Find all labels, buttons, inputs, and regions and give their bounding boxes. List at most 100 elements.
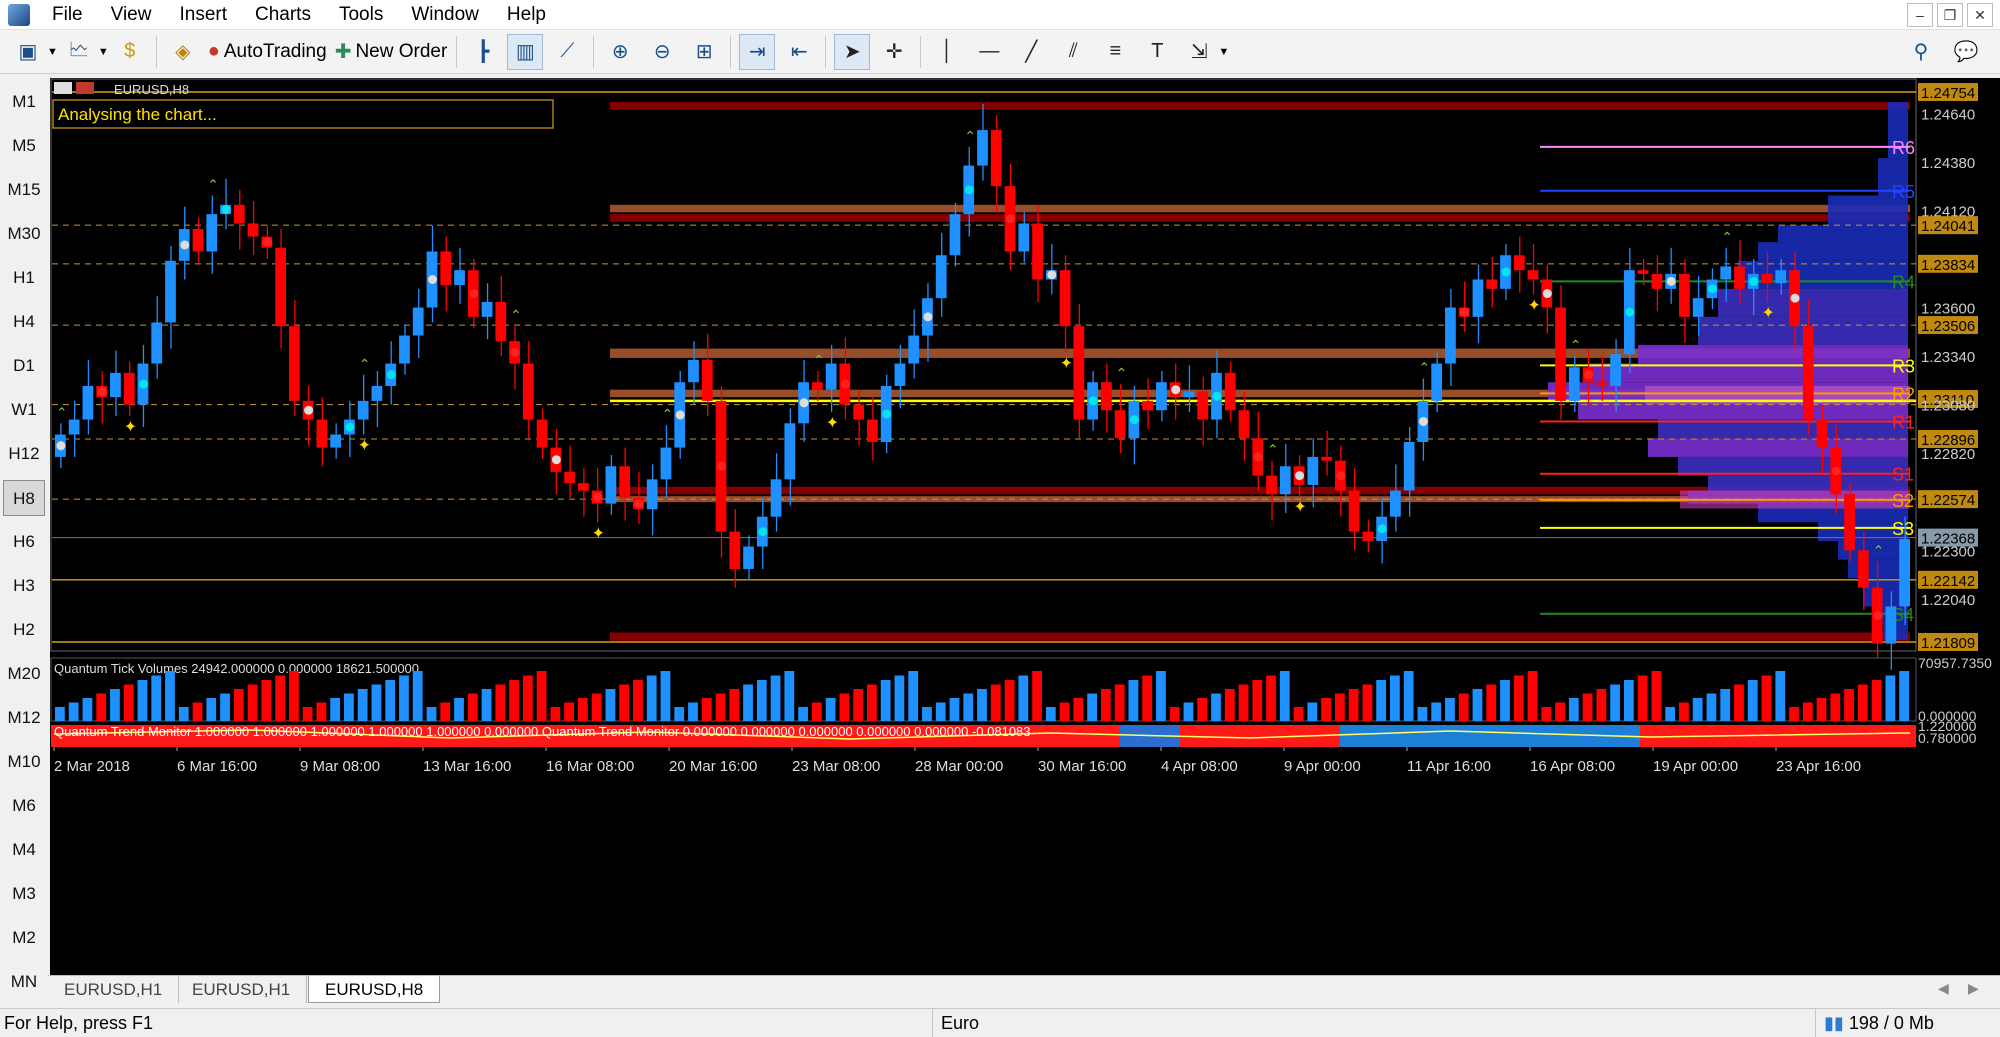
fibonacci-icon[interactable]: ≡ xyxy=(1097,34,1133,70)
new-order-button[interactable]: ✚ New Order xyxy=(334,34,449,70)
tab-scroll-left-icon[interactable]: ◀ xyxy=(1938,980,1949,997)
bar-chart-icon[interactable]: ┣ xyxy=(465,34,501,70)
signal-arrow: ⌃ xyxy=(1873,543,1885,559)
autotrading-button[interactable]: ● AutoTrading xyxy=(207,34,328,70)
menu-file[interactable]: File xyxy=(38,0,97,30)
strategy-tester-icon[interactable]: ◈ xyxy=(165,34,201,70)
timeframe-h12[interactable]: H12 xyxy=(3,436,45,472)
connection-status[interactable]: ▮▮ 198 / 0 Mb xyxy=(1815,1009,2000,1037)
timeframe-m12[interactable]: M12 xyxy=(3,700,45,736)
price-axis-label: 1.23834 xyxy=(1921,257,1975,274)
horizontal-line-icon[interactable]: — xyxy=(971,34,1007,70)
new-chart-icon[interactable]: ▣ xyxy=(10,34,46,70)
candle-body xyxy=(288,326,300,401)
tab-eurusd-h8[interactable]: EURUSD,H8 xyxy=(308,976,441,1003)
search-icon[interactable]: ⚲ xyxy=(1903,34,1939,70)
crosshair-icon[interactable]: ✛ xyxy=(876,34,912,70)
menu-tools[interactable]: Tools xyxy=(325,0,397,30)
market-watch-icon[interactable]: $ xyxy=(112,34,148,70)
volume-bar xyxy=(1376,680,1387,721)
candle-body xyxy=(1073,326,1085,420)
profiles-dropdown-icon[interactable]: ▼ xyxy=(98,46,109,58)
candle-body xyxy=(977,130,988,166)
signal-arrow: ⌃ xyxy=(964,128,976,144)
signal-arrow: ✦ xyxy=(124,419,137,436)
menu-charts[interactable]: Charts xyxy=(241,0,325,30)
timeframe-m4[interactable]: M4 xyxy=(3,832,45,868)
price-axis-label: 1.22820 xyxy=(1921,446,1975,463)
timeframe-h6[interactable]: H6 xyxy=(3,524,45,560)
chart-window[interactable]: R6 R5 R4 R3 R2 R1 S1 S2 S3 S4 ⌃ ✦ ⌃ ⌃ ✦ ⌃ ✦ ⌃ ⌃ ✦ ⌃ ✦ ⌃ ⌃ ✦ ⌃ ✦ ⌃ ⌃ ✦… xyxy=(50,78,2000,985)
trendline-icon[interactable]: ╱ xyxy=(1013,34,1049,70)
chart-shift-icon[interactable]: ⇤ xyxy=(781,34,817,70)
volume-bar xyxy=(715,693,726,721)
cursor-icon[interactable]: ➤ xyxy=(834,33,871,70)
auto-scroll-icon[interactable]: ⇥ xyxy=(739,33,776,70)
tab-eurusd-h1-b[interactable]: EURUSD,H1 xyxy=(176,976,308,1003)
candle-body xyxy=(1348,490,1360,532)
candlestick-icon[interactable]: ▥ xyxy=(507,33,544,70)
text-icon[interactable]: T xyxy=(1139,34,1175,70)
chat-icon[interactable]: 💬 xyxy=(1948,34,1984,70)
volume-bar xyxy=(1032,671,1042,721)
menu-view[interactable]: View xyxy=(97,0,166,30)
vertical-line-icon[interactable]: │ xyxy=(929,34,965,70)
toolbar-separator xyxy=(825,35,827,68)
signal-arrow: ⌃ xyxy=(510,307,522,323)
timeframe-m20[interactable]: M20 xyxy=(3,656,45,692)
timeframe-d1[interactable]: D1 xyxy=(3,348,45,384)
signal-arrow: ⌃ xyxy=(207,176,219,192)
timeframe-m2[interactable]: M2 xyxy=(3,920,45,956)
timeframe-m1[interactable]: M1 xyxy=(3,84,45,120)
timeframe-m5[interactable]: M5 xyxy=(3,128,45,164)
menu-help[interactable]: Help xyxy=(493,0,560,30)
timeframe-m15[interactable]: M15 xyxy=(3,172,45,208)
timeframe-w1[interactable]: W1 xyxy=(3,392,45,428)
timeframe-m30[interactable]: M30 xyxy=(3,216,45,252)
pivot-label: R5 xyxy=(1892,182,1915,202)
volume-bar xyxy=(1541,707,1552,721)
timeframe-h3[interactable]: H3 xyxy=(3,568,45,604)
price-axis-label: 1.22142 xyxy=(1921,573,1975,590)
candle-body xyxy=(784,423,796,480)
timeframe-h2[interactable]: H2 xyxy=(3,612,45,648)
signal-dot xyxy=(799,398,809,408)
volume-bar xyxy=(1816,698,1827,721)
menu-window[interactable]: Window xyxy=(397,0,493,30)
profiles-icon[interactable]: 🗠 xyxy=(61,34,97,70)
tab-eurusd-h1-a[interactable]: EURUSD,H1 xyxy=(48,976,180,1003)
menu-insert[interactable]: Insert xyxy=(165,0,241,30)
volume-bar xyxy=(743,684,753,721)
timeframe-m6[interactable]: M6 xyxy=(3,788,45,824)
volume-bar xyxy=(756,680,767,721)
close-icon[interactable]: ✕ xyxy=(1967,3,1993,27)
minimize-icon[interactable]: – xyxy=(1907,3,1933,27)
app-icon[interactable] xyxy=(8,3,30,26)
zoom-in-icon[interactable]: ⊕ xyxy=(602,34,638,70)
volume-bar xyxy=(1073,698,1084,721)
signal-dot xyxy=(1171,385,1181,395)
zoom-out-icon[interactable]: ⊖ xyxy=(644,34,680,70)
candle-body xyxy=(743,546,754,569)
tile-windows-icon[interactable]: ⊞ xyxy=(686,34,722,70)
timeframe-m10[interactable]: M10 xyxy=(3,744,45,780)
menu-bar: File View Insert Charts Tools Window Hel… xyxy=(0,0,2000,30)
date-axis-label: 11 Apr 16:00 xyxy=(1407,758,1491,775)
volume-bar xyxy=(1899,671,1909,721)
restore-icon[interactable]: ❐ xyxy=(1937,3,1963,27)
arrows-dropdown-icon[interactable]: ▼ xyxy=(1218,46,1229,58)
timeframe-h1[interactable]: H1 xyxy=(3,260,45,296)
arrows-icon[interactable]: ⇲ xyxy=(1181,34,1217,70)
timeframe-mn[interactable]: MN xyxy=(3,964,45,1000)
tab-scroll-right-icon[interactable]: ▶ xyxy=(1968,980,1979,997)
price-chart[interactable]: R6R5R4R3R2R1S1S2S3S4⌃✦⌃⌃✦⌃✦⌃⌃✦⌃✦⌃⌃✦⌃✦⌃⌃✦… xyxy=(50,78,2000,985)
toolbar-separator xyxy=(155,35,157,68)
timeframe-m3[interactable]: M3 xyxy=(3,876,45,912)
line-chart-icon[interactable]: ⟋ xyxy=(549,34,585,70)
timeframe-h4[interactable]: H4 xyxy=(3,304,45,340)
volume-bar xyxy=(1679,702,1689,721)
timeframe-h8[interactable]: H8 xyxy=(3,480,45,516)
price-axis-label: 1.24041 xyxy=(1921,218,1975,235)
equidistant-channel-icon[interactable]: ⫽ xyxy=(1055,34,1091,70)
new-chart-dropdown-icon[interactable]: ▼ xyxy=(47,46,58,58)
